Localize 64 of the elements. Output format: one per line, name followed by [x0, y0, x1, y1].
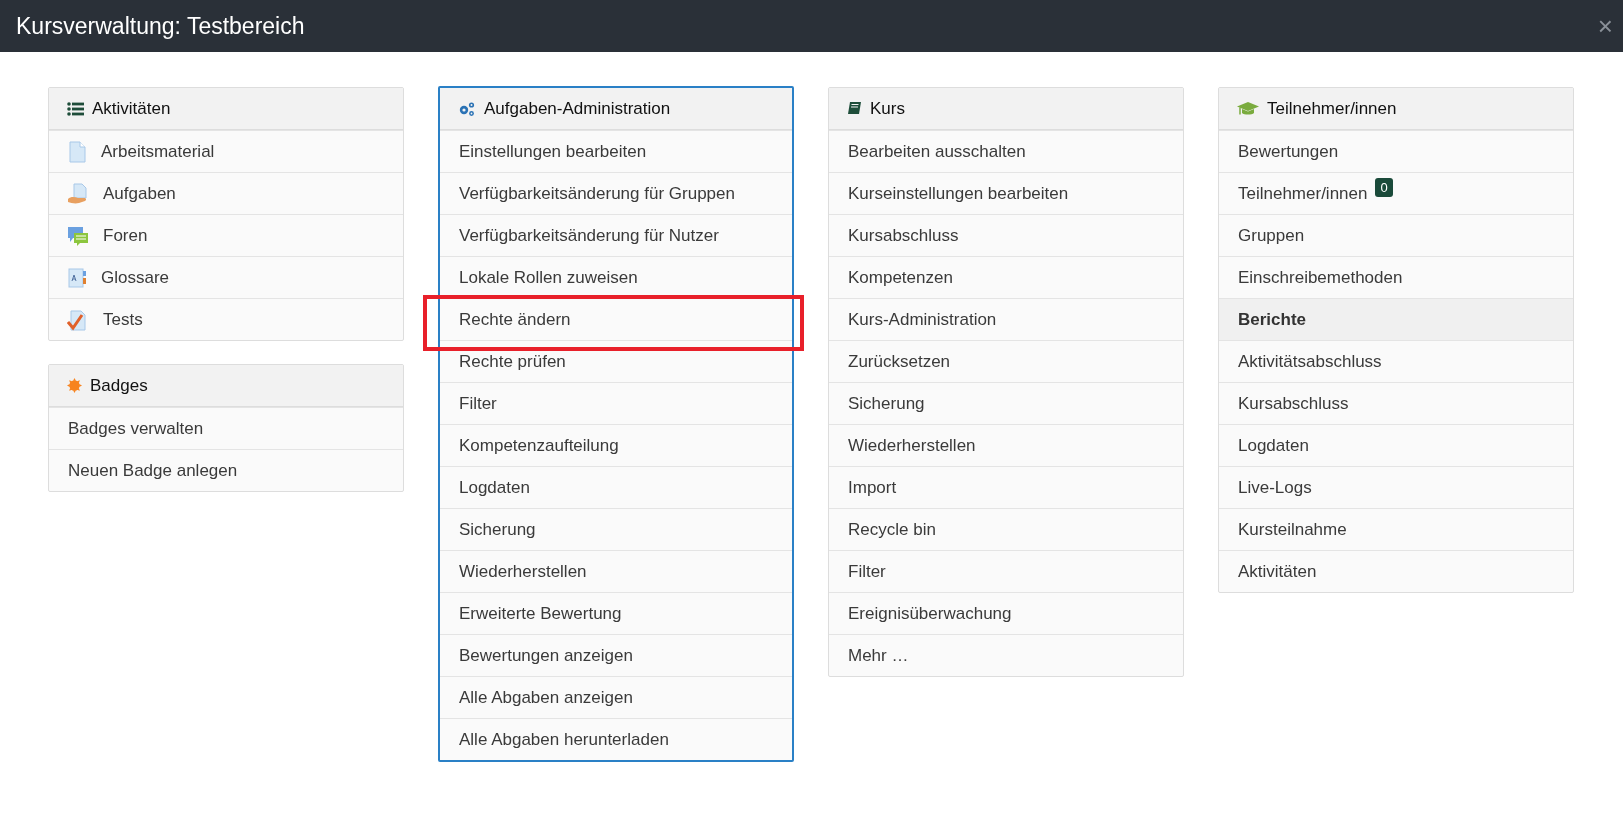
- menu-link[interactable]: Kurs-Administration: [848, 309, 997, 330]
- gears-icon: [458, 100, 476, 117]
- menu-link[interactable]: Wiederherstellen: [848, 435, 976, 456]
- section-heading: Berichte: [1238, 309, 1307, 330]
- menu-link[interactable]: Tests: [103, 309, 143, 330]
- menu-link[interactable]: Verfügbarkeitsänderung für Nutzer: [459, 225, 719, 246]
- panel-title: Teilnehmer/innen: [1267, 98, 1397, 119]
- menu-link[interactable]: Wiederherstellen: [459, 561, 587, 582]
- menu-link[interactable]: Ereignisüberwachung: [848, 603, 1012, 624]
- speech-bubbles-icon: [67, 224, 89, 247]
- menu-link[interactable]: Erweiterte Bewertung: [459, 603, 622, 624]
- document-icon: [67, 140, 87, 163]
- menu-link[interactable]: Lokale Rollen zuweisen: [459, 267, 638, 288]
- menu-link[interactable]: Bewertungen: [1238, 141, 1339, 162]
- menu-link[interactable]: Badges verwalten: [68, 418, 204, 439]
- starburst-icon: [67, 378, 82, 393]
- menu-link[interactable]: Alle Abgaben anzeigen: [459, 687, 633, 708]
- list-icon: [67, 101, 84, 116]
- graduation-cap-icon: [1237, 100, 1259, 117]
- menu-link[interactable]: Kompetenzen: [848, 267, 953, 288]
- panel-title: Badges: [90, 375, 148, 396]
- menu-link[interactable]: Recycle bin: [848, 519, 936, 540]
- panel-title: Aktivitäten: [92, 98, 171, 119]
- menu-link[interactable]: Arbeitsmaterial: [101, 141, 215, 162]
- menu-link[interactable]: Import: [848, 477, 897, 498]
- menu-link[interactable]: Glossare: [101, 267, 170, 288]
- menu-link[interactable]: Verfügbarkeitsänderung für Gruppen: [459, 183, 735, 204]
- window-title: Kursverwaltung: Testbereich: [16, 12, 305, 40]
- menu-link[interactable]: Aktivitäten: [1238, 561, 1317, 582]
- menu-link[interactable]: Einstellungen bearbeiten: [459, 141, 647, 162]
- menu-link[interactable]: Logdaten: [459, 477, 530, 498]
- count-badge: 0: [1375, 178, 1393, 197]
- menu-link[interactable]: Neuen Badge anlegen: [68, 460, 238, 481]
- menu-link[interactable]: Einschreibemethoden: [1238, 267, 1403, 288]
- menu-link[interactable]: Bewertungen anzeigen: [459, 645, 633, 666]
- menu-link[interactable]: Kursabschluss: [848, 225, 959, 246]
- menu-link[interactable]: Kompetenzaufteilung: [459, 435, 619, 456]
- menu-link[interactable]: Foren: [103, 225, 148, 246]
- menu-link[interactable]: Kursabschluss: [1238, 393, 1349, 414]
- menu-link[interactable]: Aufgaben: [103, 183, 176, 204]
- menu-link[interactable]: Filter: [459, 393, 497, 414]
- menu-link[interactable]: Aktivitätsabschluss: [1238, 351, 1382, 372]
- close-button[interactable]: ×: [1587, 13, 1623, 39]
- menu-link[interactable]: Logdaten: [1238, 435, 1309, 456]
- menu-link[interactable]: Mehr …: [848, 645, 909, 666]
- menu-link[interactable]: Filter: [848, 561, 886, 582]
- book-icon: [847, 101, 862, 116]
- menu-link[interactable]: Sicherung: [848, 393, 925, 414]
- menu-link[interactable]: Live-Logs: [1238, 477, 1312, 498]
- menu-link[interactable]: Kursteilnahme: [1238, 519, 1347, 540]
- hand-with-document-icon: [67, 182, 89, 205]
- menu-link[interactable]: Zurücksetzen: [848, 351, 951, 372]
- menu-link[interactable]: Rechte ändern: [459, 309, 571, 330]
- panel-title: Aufgaben-Administration: [484, 98, 671, 119]
- menu-link[interactable]: Gruppen: [1238, 225, 1305, 246]
- menu-link[interactable]: Sicherung: [459, 519, 536, 540]
- menu-link[interactable]: Teilnehmer/innen: [1238, 183, 1368, 204]
- menu-link[interactable]: Kurseinstellungen bearbeiten: [848, 183, 1069, 204]
- menu-link[interactable]: Bearbeiten ausschalten: [848, 141, 1026, 162]
- menu-link[interactable]: Rechte prüfen: [459, 351, 566, 372]
- glossary-book-icon: [67, 266, 87, 289]
- menu-link[interactable]: Alle Abgaben herunterladen: [459, 729, 669, 750]
- checkmark-document-icon: [67, 308, 89, 331]
- panel-title: Kurs: [870, 98, 905, 119]
